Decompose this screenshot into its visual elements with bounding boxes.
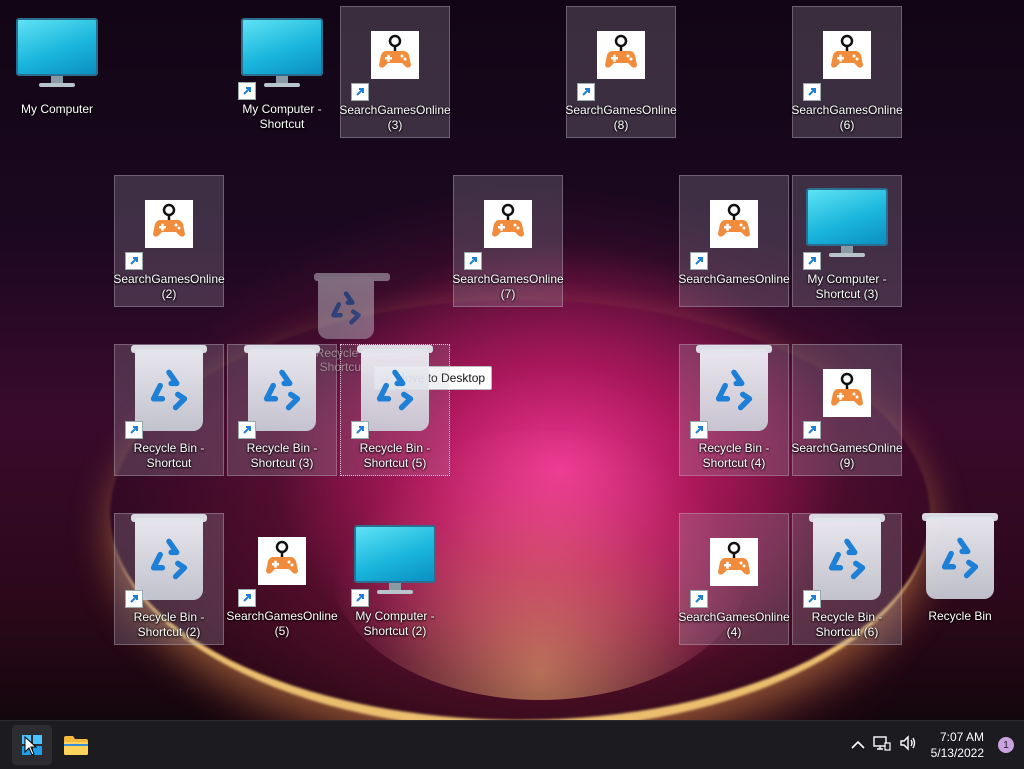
desktop-icon-my-computer-shortcut-3[interactable]: My Computer - Shortcut (3)	[792, 175, 902, 307]
folder-icon	[64, 736, 88, 755]
shortcut-arrow-icon	[125, 252, 143, 270]
desktop-icon-searchgamesonline-7[interactable]: SearchGamesOnline (7)	[452, 175, 564, 307]
shortcut-arrow-icon	[803, 421, 821, 439]
gamepad-icon	[823, 369, 871, 417]
monitor-icon	[16, 18, 98, 76]
desktop-icon-my-computer-shortcut-2[interactable]: My Computer - Shortcut (2)	[340, 513, 450, 645]
desktop-icon-recycle-bin-shortcut-3[interactable]: Recycle Bin - Shortcut (3)	[227, 344, 337, 476]
shortcut-arrow-icon	[464, 252, 482, 270]
gamepad-icon	[145, 200, 193, 248]
desktop-icon-recycle-bin[interactable]: Recycle Bin	[905, 513, 1015, 645]
desktop-icon-my-computer-shortcut[interactable]: My Computer - Shortcut	[227, 6, 337, 138]
chevron-up-icon[interactable]	[851, 737, 865, 753]
shortcut-arrow-icon	[238, 421, 256, 439]
shortcut-arrow-icon	[351, 589, 369, 607]
desktop-icon-searchgamesonline-6[interactable]: SearchGamesOnline (6)	[791, 6, 903, 138]
desktop-icon-searchgamesonline-9[interactable]: SearchGamesOnline (9)	[791, 344, 903, 476]
shortcut-arrow-icon	[803, 590, 821, 608]
gamepad-icon	[484, 200, 532, 248]
shortcut-arrow-icon	[351, 421, 369, 439]
system-tray: 7:07 AM 5/13/2022 1	[851, 721, 1014, 769]
desktop-icon-searchgamesonline-4[interactable]: SearchGamesOnline (4)	[678, 513, 790, 645]
shortcut-arrow-icon	[803, 83, 821, 101]
monitor-icon	[354, 525, 436, 583]
gamepad-icon	[371, 31, 419, 79]
gamepad-icon	[710, 200, 758, 248]
shortcut-arrow-icon	[238, 589, 256, 607]
desktop-icon-my-computer[interactable]: My Computer	[2, 6, 112, 138]
shortcut-arrow-icon	[803, 252, 821, 270]
recycle-bin-icon	[696, 345, 772, 431]
taskbar: 7:07 AM 5/13/2022 1	[0, 720, 1024, 769]
shortcut-arrow-icon	[690, 590, 708, 608]
taskbar-clock[interactable]: 7:07 AM 5/13/2022	[931, 729, 984, 761]
shortcut-arrow-icon	[690, 252, 708, 270]
shortcut-arrow-icon	[125, 421, 143, 439]
gamepad-icon	[823, 31, 871, 79]
desktop-icon-recycle-bin-shortcut-6[interactable]: Recycle Bin - Shortcut (6)	[792, 513, 902, 645]
shortcut-arrow-icon	[125, 590, 143, 608]
recycle-bin-icon	[809, 514, 885, 600]
volume-icon[interactable]	[899, 734, 917, 756]
desktop-icon-recycle-bin-shortcut-5[interactable]: Recycle Bin - Shortcut (5)	[340, 344, 450, 476]
file-explorer-button[interactable]	[56, 725, 96, 765]
network-icon[interactable]	[872, 735, 891, 756]
shortcut-arrow-icon	[577, 83, 595, 101]
recycle-bin-icon	[131, 514, 207, 600]
shortcut-arrow-icon	[690, 421, 708, 439]
shortcut-arrow-icon	[238, 82, 256, 100]
recycle-bin-icon	[357, 345, 433, 431]
desktop-icon-searchgamesonline-5[interactable]: SearchGamesOnline (5)	[226, 513, 338, 645]
desktop-icon-searchgamesonline-3[interactable]: SearchGamesOnline (3)	[339, 6, 451, 138]
gamepad-icon	[597, 31, 645, 79]
monitor-icon	[806, 188, 888, 246]
gamepad-icon	[258, 537, 306, 585]
recycle-bin-icon	[922, 513, 998, 599]
recycle-bin-icon	[244, 345, 320, 431]
monitor-icon	[241, 18, 323, 76]
mouse-cursor-icon	[24, 736, 38, 756]
recycle-bin-icon	[131, 345, 207, 431]
desktop-icon-searchgamesonline-2[interactable]: SearchGamesOnline (2)	[113, 175, 225, 307]
desktop-icon-recycle-bin-shortcut-4[interactable]: Recycle Bin - Shortcut (4)	[679, 344, 789, 476]
desktop-icon-searchgamesonline-8[interactable]: SearchGamesOnline (8)	[565, 6, 677, 138]
recycle-bin-icon	[314, 273, 390, 339]
desktop-icon-recycle-bin-shortcut-2[interactable]: Recycle Bin - Shortcut (2)	[114, 513, 224, 645]
shortcut-arrow-icon	[351, 83, 369, 101]
notification-badge[interactable]: 1	[998, 737, 1014, 753]
gamepad-icon	[710, 538, 758, 586]
desktop-icon-recycle-bin-shortcut[interactable]: Recycle Bin - Shortcut	[114, 344, 224, 476]
desktop-icon-searchgamesonline[interactable]: SearchGamesOnline	[678, 175, 790, 307]
